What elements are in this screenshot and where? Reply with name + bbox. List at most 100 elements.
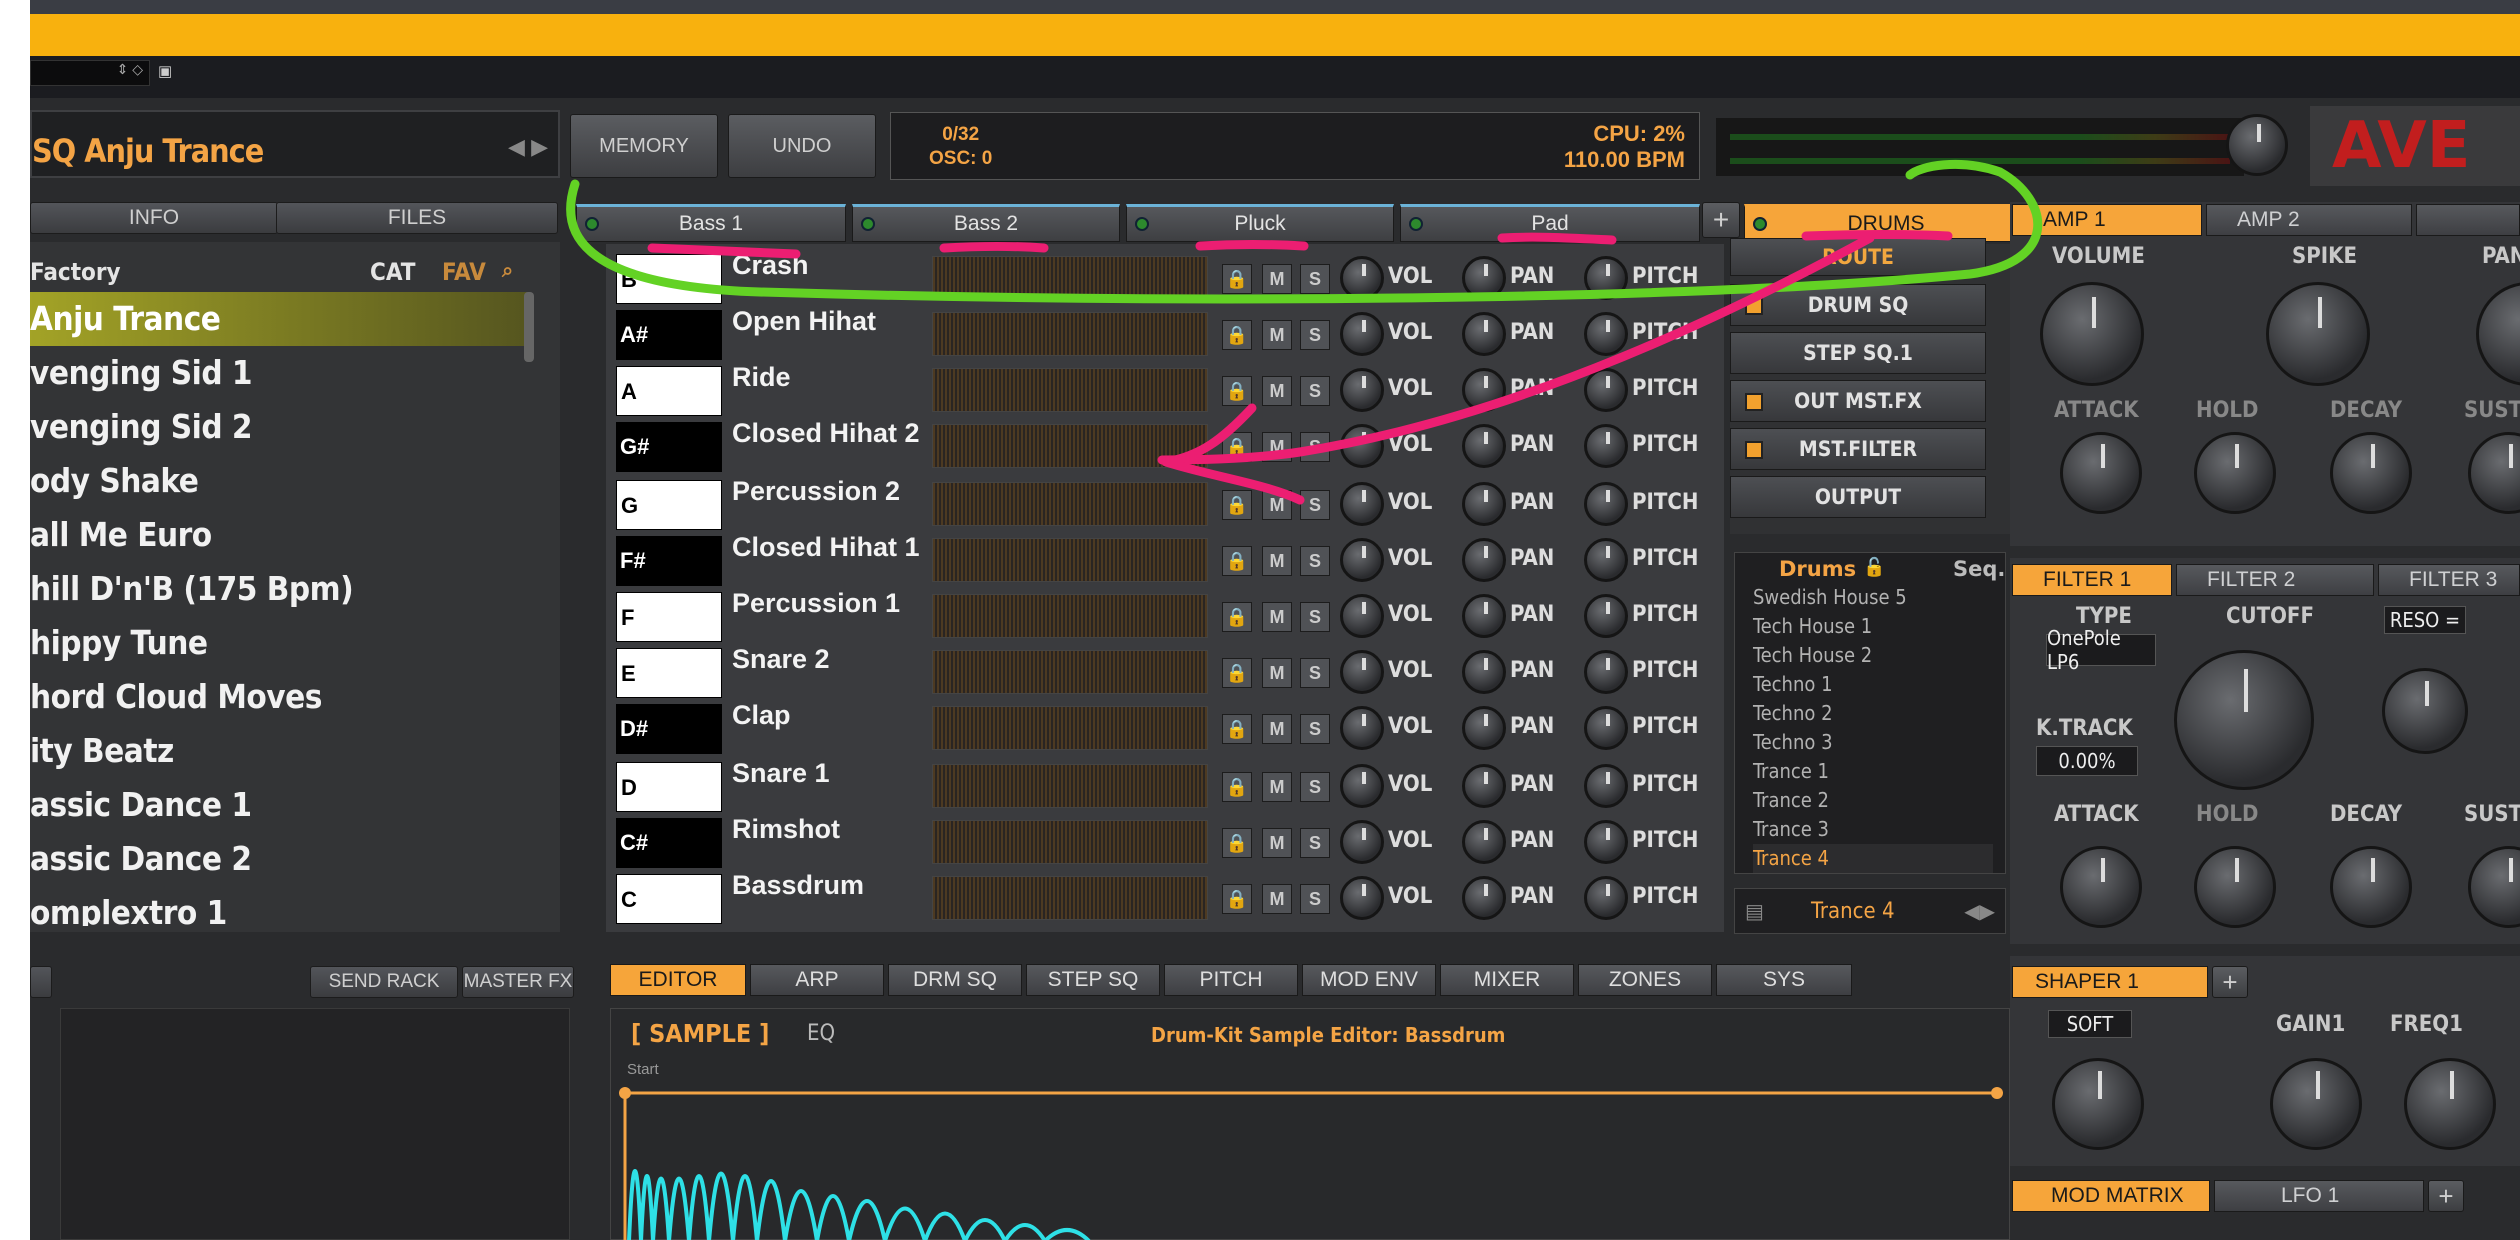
drum-note-key[interactable]: A#: [616, 310, 722, 360]
drum-name[interactable]: Crash: [732, 250, 809, 281]
tab-pitch[interactable]: PITCH: [1164, 964, 1298, 996]
route-drum-sq-button[interactable]: DRUM SQ: [1730, 284, 1986, 326]
layer-led-icon[interactable]: [1135, 217, 1149, 231]
drum-waveform[interactable]: [932, 368, 1208, 412]
amp-spike-knob[interactable]: [2266, 282, 2370, 386]
kit-list-item[interactable]: Trance 3: [1753, 815, 1829, 844]
mute-button[interactable]: M: [1262, 714, 1292, 744]
master-fx-tab[interactable]: MASTER FX: [462, 966, 574, 998]
pitch-knob[interactable]: [1584, 312, 1628, 356]
pan-knob[interactable]: [1462, 706, 1506, 750]
drum-waveform[interactable]: [932, 820, 1208, 864]
drum-row[interactable]: C Bassdrum 🔒 M S VOL PAN PITCH: [610, 870, 1720, 926]
drum-waveform[interactable]: [932, 256, 1208, 300]
drum-note-key[interactable]: B: [616, 254, 722, 304]
pitch-knob[interactable]: [1584, 876, 1628, 920]
toggle-led-icon[interactable]: [1745, 393, 1763, 411]
drum-note-key[interactable]: F#: [616, 536, 722, 586]
send-rack-tab[interactable]: SEND RACK: [310, 966, 458, 998]
drum-name[interactable]: Percussion 2: [732, 476, 900, 507]
pan-knob[interactable]: [1462, 482, 1506, 526]
layer-tab-drums[interactable]: DRUMS: [1744, 204, 2028, 242]
pitch-knob[interactable]: [1584, 820, 1628, 864]
vol-knob[interactable]: [1340, 312, 1384, 356]
layer-tab-bass1[interactable]: Bass 1: [576, 204, 846, 242]
vol-knob[interactable]: [1340, 650, 1384, 694]
shaper-drive-knob[interactable]: [2052, 1058, 2144, 1150]
tab-files[interactable]: FILES: [276, 202, 558, 234]
layer-tab-pluck[interactable]: Pluck: [1126, 204, 1394, 242]
vol-knob[interactable]: [1340, 594, 1384, 638]
tab-amp3[interactable]: [2416, 204, 2520, 236]
lock-icon[interactable]: 🔒: [1222, 884, 1252, 914]
toggle-led-icon[interactable]: [1745, 297, 1763, 315]
kit-list-item[interactable]: Techno 1: [1753, 670, 1833, 699]
amp-hold-knob[interactable]: [2194, 432, 2276, 514]
drum-waveform[interactable]: [932, 312, 1208, 356]
mute-button[interactable]: M: [1262, 490, 1292, 520]
drum-waveform[interactable]: [932, 706, 1208, 750]
pitch-knob[interactable]: [1584, 424, 1628, 468]
solo-button[interactable]: S: [1300, 714, 1330, 744]
tab-zones[interactable]: ZONES: [1578, 964, 1712, 996]
drum-note-key[interactable]: C#: [616, 818, 722, 868]
layer-led-icon[interactable]: [1753, 217, 1767, 231]
shaper-gain-knob[interactable]: [2270, 1058, 2362, 1150]
list-item[interactable]: venging Sid 1: [30, 346, 530, 400]
tab-mod-matrix[interactable]: MOD MATRIX: [2012, 1180, 2210, 1212]
kit-list-item[interactable]: Trance 4: [1753, 844, 1993, 873]
drum-waveform[interactable]: [932, 594, 1208, 638]
filter-cutoff-knob[interactable]: [2174, 650, 2314, 790]
drum-name[interactable]: Closed Hihat 1: [732, 532, 920, 563]
sample-tab[interactable]: [ SAMPLE ]: [631, 1019, 769, 1048]
vol-knob[interactable]: [1340, 256, 1384, 300]
drum-row[interactable]: D Snare 1 🔒 M S VOL PAN PITCH: [610, 758, 1720, 814]
list-item[interactable]: hippy Tune: [30, 616, 530, 670]
drum-waveform[interactable]: [932, 424, 1208, 468]
drum-note-key[interactable]: C: [616, 874, 722, 924]
add-layer-button[interactable]: +: [1702, 202, 1740, 238]
tab-mod-env[interactable]: MOD ENV: [1302, 964, 1436, 996]
solo-button[interactable]: S: [1300, 602, 1330, 632]
pan-knob[interactable]: [1462, 368, 1506, 412]
drum-name[interactable]: Rimshot: [732, 814, 840, 845]
browser-scrollbar[interactable]: [524, 292, 534, 362]
solo-button[interactable]: S: [1300, 884, 1330, 914]
tab-amp1[interactable]: AMP 1: [2012, 204, 2202, 236]
filter-decay-knob[interactable]: [2330, 846, 2412, 928]
lock-icon[interactable]: 🔒: [1222, 828, 1252, 858]
drum-waveform[interactable]: [932, 482, 1208, 526]
drum-name[interactable]: Snare 2: [732, 644, 830, 675]
mute-button[interactable]: M: [1262, 658, 1292, 688]
kit-tab-seq[interactable]: Seq.: [1953, 557, 2005, 581]
pitch-knob[interactable]: [1584, 594, 1628, 638]
search-icon[interactable]: ⌕: [502, 258, 513, 282]
solo-button[interactable]: S: [1300, 376, 1330, 406]
mute-button[interactable]: M: [1262, 772, 1292, 802]
vol-knob[interactable]: [1340, 876, 1384, 920]
list-item[interactable]: omplextro 1: [30, 886, 530, 926]
pan-knob[interactable]: [1462, 820, 1506, 864]
kit-selector[interactable]: ▤ Trance 4 ◀▶: [1734, 888, 2006, 934]
lock-icon[interactable]: 🔒: [1222, 714, 1252, 744]
drum-row[interactable]: G Percussion 2 🔒 M S VOL PAN PITCH: [610, 476, 1720, 532]
preset-display[interactable]: SQ Anju Trance ◀ ▶: [30, 110, 560, 178]
host-number-field[interactable]: ⇕ ◇: [30, 60, 150, 86]
lock-icon[interactable]: 🔓: [1863, 557, 1885, 578]
fx-slot-tab[interactable]: [30, 966, 52, 998]
list-item[interactable]: assic Dance 1: [30, 778, 530, 832]
route-mst-filter-button[interactable]: MST.FILTER: [1730, 428, 1986, 470]
mute-button[interactable]: M: [1262, 376, 1292, 406]
vol-knob[interactable]: [1340, 820, 1384, 864]
mute-button[interactable]: M: [1262, 264, 1292, 294]
mute-button[interactable]: M: [1262, 602, 1292, 632]
drum-row[interactable]: B Crash 🔒 M S VOL PAN PITCH: [610, 250, 1720, 306]
kit-list-item[interactable]: Techno 2: [1753, 699, 1833, 728]
vol-knob[interactable]: [1340, 482, 1384, 526]
pan-knob[interactable]: [1462, 424, 1506, 468]
drum-name[interactable]: Closed Hihat 2: [732, 418, 920, 449]
pan-knob[interactable]: [1462, 650, 1506, 694]
drum-waveform[interactable]: [932, 764, 1208, 808]
lock-icon[interactable]: 🔒: [1222, 658, 1252, 688]
drum-note-key[interactable]: E: [616, 648, 722, 698]
